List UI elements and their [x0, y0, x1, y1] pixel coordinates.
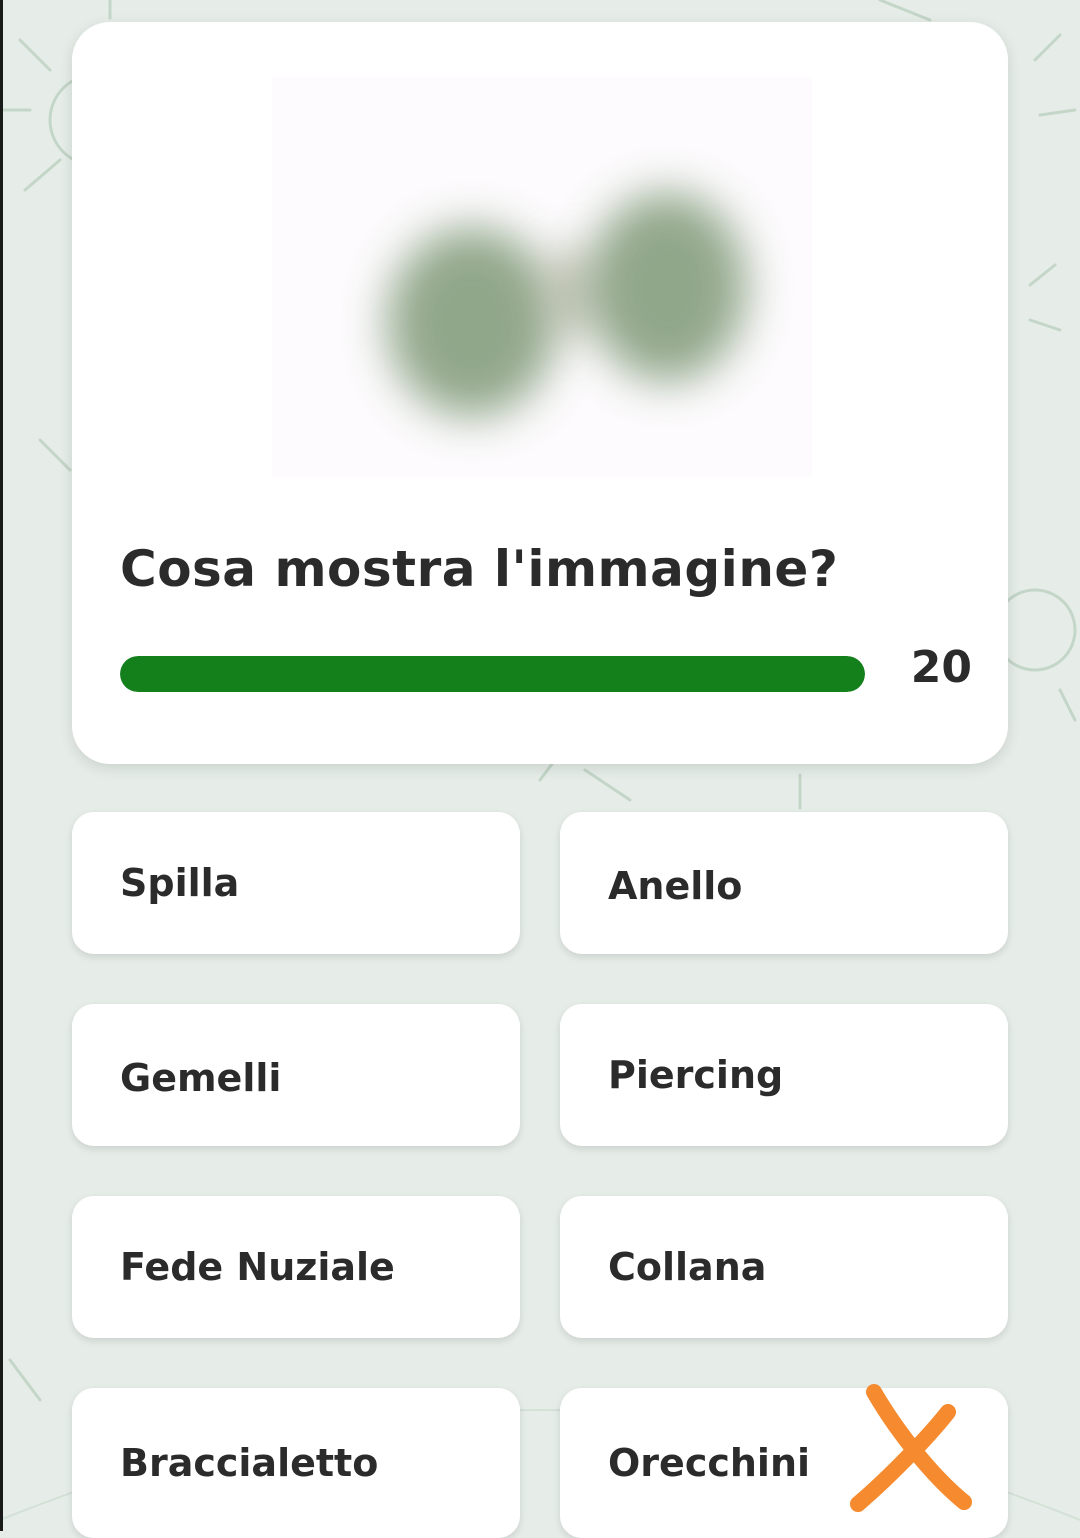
answer-button-piercing[interactable]: Piercing: [560, 1004, 1008, 1146]
answer-button-fede-nuziale[interactable]: Fede Nuziale: [72, 1196, 520, 1338]
timer-progress-bar: [120, 656, 865, 692]
image-blob-right: [587, 192, 747, 382]
blurred-jewelry-image: [272, 77, 812, 477]
answer-label: Orecchini: [608, 1441, 811, 1485]
answer-label: Collana: [608, 1245, 767, 1289]
answer-label: Braccialetto: [120, 1441, 379, 1485]
answer-label: Spilla: [120, 861, 240, 905]
question-card: Cosa mostra l'immagine? 20: [72, 22, 1008, 764]
answer-button-braccialetto[interactable]: Braccialetto: [72, 1388, 520, 1538]
answer-button-gemelli[interactable]: Gemelli: [72, 1004, 520, 1146]
answer-label: Fede Nuziale: [120, 1245, 395, 1289]
answer-label: Piercing: [608, 1053, 784, 1097]
x-mark-icon: [850, 1384, 972, 1512]
answer-label: Anello: [608, 864, 743, 908]
question-text: Cosa mostra l'immagine?: [120, 540, 839, 598]
answer-label: Gemelli: [120, 1056, 282, 1100]
timer-count: 20: [910, 642, 972, 693]
answer-button-anello[interactable]: Anello: [560, 812, 1008, 954]
frame-edge: [0, 0, 3, 1531]
answer-button-spilla[interactable]: Spilla: [72, 812, 520, 954]
image-blob-left: [387, 227, 557, 417]
answer-button-collana[interactable]: Collana: [560, 1196, 1008, 1338]
timer-progress-fill: [120, 656, 865, 692]
